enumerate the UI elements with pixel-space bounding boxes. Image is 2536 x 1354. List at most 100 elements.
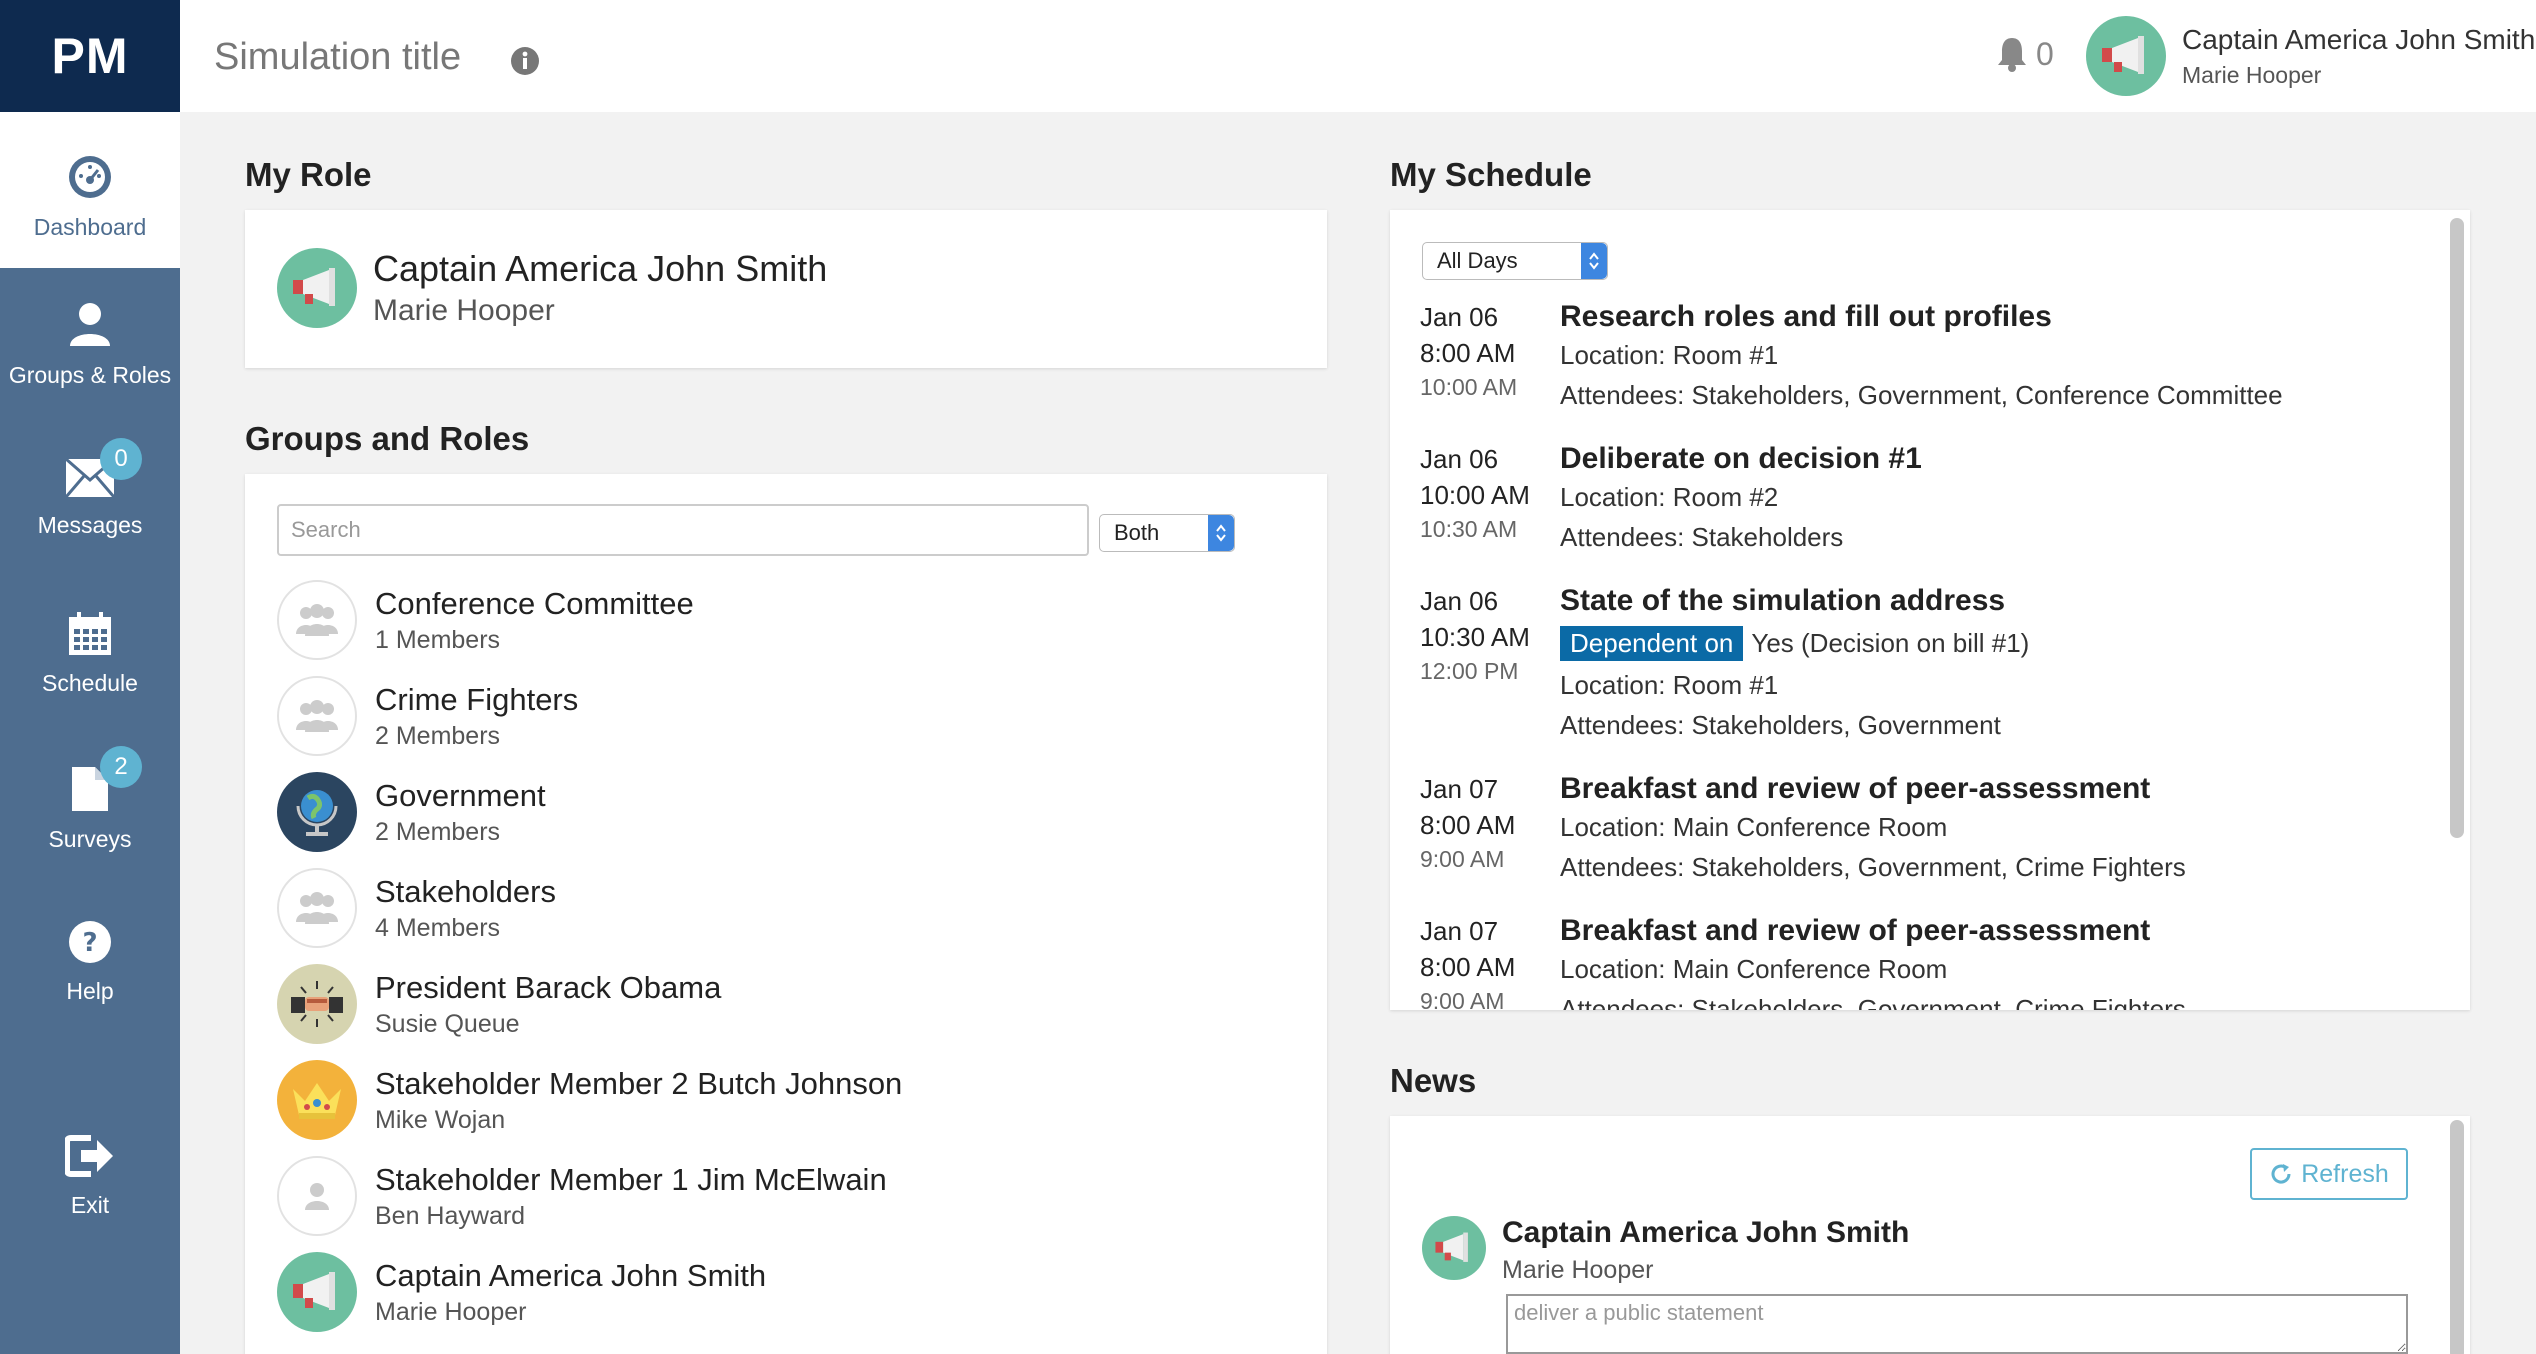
event-location: Location: Main Conference Room bbox=[1560, 954, 1948, 984]
event-location: Location: Room #2 bbox=[1560, 482, 1779, 512]
event-start: 10:00 AM bbox=[1420, 480, 1530, 510]
sidebar-item-messages[interactable]: Messages bbox=[0, 457, 180, 539]
event-end: 9:00 AM bbox=[1420, 846, 1505, 872]
schedule-event[interactable]: Jan 06 10:00 AM 10:30 AM Deliberate on d… bbox=[1420, 442, 2440, 574]
event-date: Jan 06 bbox=[1420, 586, 1499, 616]
crown-icon bbox=[277, 1060, 357, 1140]
event-location: Location: Room #1 bbox=[1560, 340, 1779, 370]
sidebar-item-surveys[interactable]: Surveys bbox=[0, 766, 180, 853]
list-item[interactable]: Captain America John Smith Marie Hooper bbox=[277, 1252, 1237, 1342]
info-icon[interactable] bbox=[510, 46, 540, 81]
schedule-event[interactable]: Jan 06 8:00 AM 10:00 AM Research roles a… bbox=[1420, 300, 2440, 432]
group-icon bbox=[277, 676, 357, 756]
list-item-sub: 2 Members bbox=[375, 818, 501, 846]
svg-text:?: ? bbox=[82, 928, 97, 958]
dashboard-icon bbox=[0, 154, 180, 206]
news-statement-input[interactable] bbox=[1506, 1294, 2408, 1354]
schedule-heading: My Schedule bbox=[1390, 156, 1592, 193]
sidebar: PM Dashboard Groups & Roles Messages 0 S… bbox=[0, 0, 180, 1354]
event-start: 8:00 AM bbox=[1420, 810, 1516, 840]
event-date: Jan 06 bbox=[1420, 444, 1499, 474]
list-item-sub: Ben Hayward bbox=[375, 1202, 526, 1230]
sidebar-item-schedule[interactable]: Schedule bbox=[0, 612, 180, 697]
sidebar-item-label: Dashboard bbox=[33, 214, 147, 240]
schedule-event[interactable]: Jan 06 10:30 AM 12:00 PM State of the si… bbox=[1420, 584, 2440, 756]
user-name[interactable]: Captain America John Smith bbox=[2182, 24, 2535, 56]
list-item[interactable]: Stakeholder Member 2 Butch Johnson Mike … bbox=[277, 1060, 1237, 1150]
handshake-icon bbox=[277, 964, 357, 1044]
select-arrows-icon bbox=[1208, 515, 1234, 551]
calendar-icon bbox=[0, 612, 180, 662]
list-item[interactable]: Conference Committee 1 Members bbox=[277, 580, 1237, 670]
event-end: 10:00 AM bbox=[1420, 374, 1518, 400]
group-icon bbox=[277, 868, 357, 948]
page-title: Simulation title bbox=[214, 36, 462, 78]
sidebar-item-exit[interactable]: Exit bbox=[0, 1134, 180, 1219]
app-logo[interactable]: PM bbox=[0, 0, 180, 112]
search-input[interactable] bbox=[277, 504, 1089, 556]
schedule-scroll-area[interactable]: All Days Jan 06 8:00 AM 10:00 AM Researc… bbox=[1390, 210, 2470, 1010]
role-player: Marie Hooper bbox=[373, 294, 555, 327]
schedule-filter-select[interactable]: All Days bbox=[1422, 242, 1608, 280]
list-item[interactable]: President Barack Obama Susie Queue bbox=[277, 964, 1237, 1054]
news-heading: News bbox=[1390, 1062, 1477, 1099]
event-start: 8:00 AM bbox=[1420, 952, 1516, 982]
sidebar-item-label: Schedule bbox=[42, 670, 138, 696]
role-name: Captain America John Smith bbox=[373, 248, 828, 289]
news-scrollbar[interactable] bbox=[2450, 1120, 2464, 1354]
news-author-sub: Marie Hooper bbox=[1502, 1256, 1654, 1284]
list-item-sub: Mike Wojan bbox=[375, 1106, 506, 1134]
groups-filter-select[interactable]: Both bbox=[1099, 514, 1235, 552]
schedule-card: All Days Jan 06 8:00 AM 10:00 AM Researc… bbox=[1390, 210, 2470, 1010]
bell-icon[interactable] bbox=[1996, 36, 2028, 77]
event-attendees: Attendees: Stakeholders, Government, Cri… bbox=[1560, 994, 2186, 1010]
schedule-event[interactable]: Jan 07 8:00 AM 9:00 AM Breakfast and rev… bbox=[1420, 772, 2440, 904]
news-author: Captain America John Smith bbox=[1502, 1216, 1910, 1249]
avatar[interactable] bbox=[2086, 16, 2166, 96]
help-icon: ? bbox=[0, 920, 180, 970]
list-item-name: Stakeholder Member 1 Jim McElwain bbox=[375, 1162, 887, 1197]
list-item-name: Crime Fighters bbox=[375, 682, 579, 717]
sidebar-item-help[interactable]: ? Help bbox=[0, 920, 180, 1005]
event-dependency: Dependent on Yes (Decision on bill #1) bbox=[1560, 626, 2029, 661]
my-role-card: Captain America John Smith Marie Hooper bbox=[245, 210, 1327, 368]
groups-card: Both Conference Committee 1 Members Crim… bbox=[245, 474, 1327, 1354]
refresh-button[interactable]: Refresh bbox=[2250, 1148, 2408, 1200]
document-icon bbox=[0, 766, 180, 818]
list-item[interactable]: Stakeholder Member 1 Jim McElwain Ben Ha… bbox=[277, 1156, 1237, 1246]
list-item[interactable]: Government 2 Members bbox=[277, 772, 1237, 862]
event-attendees: Attendees: Stakeholders, Government bbox=[1560, 710, 2001, 740]
event-attendees: Attendees: Stakeholders, Government, Con… bbox=[1560, 380, 2283, 410]
megaphone-icon bbox=[277, 1252, 357, 1332]
dependent-badge: Dependent on bbox=[1560, 626, 1744, 661]
list-item-name: Conference Committee bbox=[375, 586, 694, 621]
exit-icon bbox=[0, 1134, 180, 1184]
person-icon bbox=[277, 1156, 357, 1236]
event-title: State of the simulation address bbox=[1560, 584, 2006, 617]
event-start: 10:30 AM bbox=[1420, 622, 1530, 652]
schedule-scrollbar[interactable] bbox=[2450, 218, 2464, 838]
sidebar-item-label: Groups & Roles bbox=[8, 362, 172, 388]
list-item-sub: 2 Members bbox=[375, 722, 501, 750]
groups-filter-value: Both bbox=[1114, 520, 1160, 545]
list-item-sub: 4 Members bbox=[375, 914, 501, 942]
list-item[interactable]: Stakeholders 4 Members bbox=[277, 868, 1237, 958]
group-icon bbox=[277, 580, 357, 660]
user-subtitle: Marie Hooper bbox=[2182, 62, 2322, 88]
avatar bbox=[1422, 1216, 1486, 1280]
event-location: Location: Main Conference Room bbox=[1560, 812, 1948, 842]
sidebar-item-label: Surveys bbox=[48, 826, 132, 852]
sidebar-item-dashboard[interactable]: Dashboard bbox=[0, 112, 180, 268]
sidebar-item-groups-roles[interactable]: Groups & Roles bbox=[0, 300, 180, 389]
list-item-name: President Barack Obama bbox=[375, 970, 722, 1005]
event-attendees: Attendees: Stakeholders bbox=[1560, 522, 1844, 552]
avatar bbox=[277, 248, 357, 328]
megaphone-icon bbox=[2102, 36, 2144, 74]
user-icon bbox=[0, 300, 180, 354]
event-end: 12:00 PM bbox=[1420, 658, 1519, 684]
event-end: 9:00 AM bbox=[1420, 988, 1505, 1010]
event-attendees: Attendees: Stakeholders, Government, Cri… bbox=[1560, 852, 2186, 882]
schedule-event[interactable]: Jan 07 8:00 AM 9:00 AM Breakfast and rev… bbox=[1420, 914, 2440, 1010]
list-item[interactable]: Crime Fighters 2 Members bbox=[277, 676, 1237, 766]
list-item-name: Stakeholder Member 2 Butch Johnson bbox=[375, 1066, 903, 1101]
